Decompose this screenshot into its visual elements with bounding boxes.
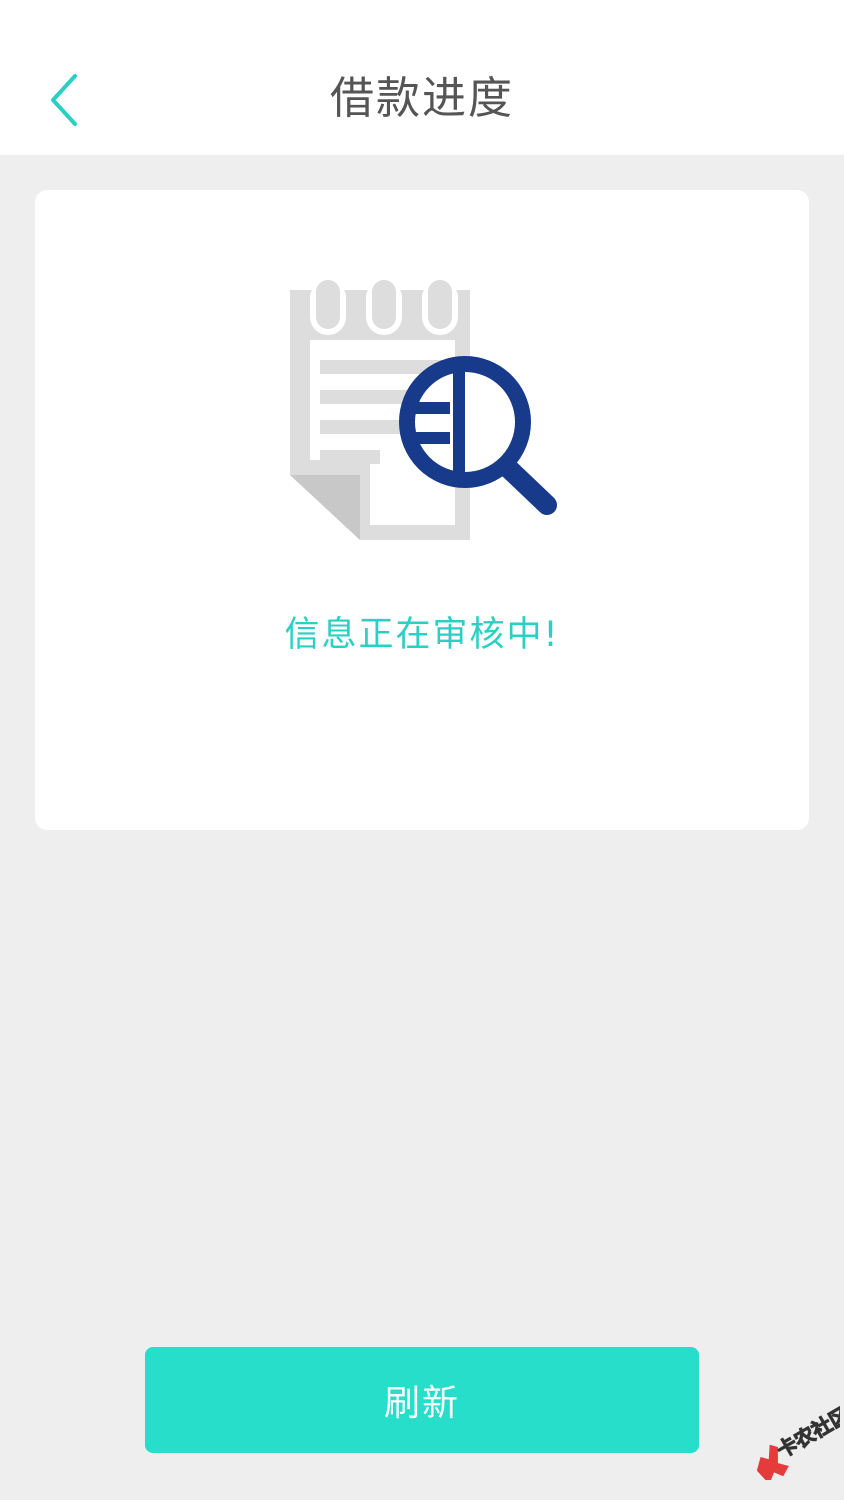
status-card: 信息正在审核中!	[35, 190, 809, 830]
refresh-button[interactable]: 刷新	[145, 1347, 699, 1453]
kanong-logo-icon: 卡农社区	[756, 1401, 844, 1485]
document-search-icon	[290, 280, 557, 540]
watermark-logo: 卡农社区	[740, 1400, 844, 1485]
top-navigation-bar: 借款进度	[0, 0, 844, 155]
svg-text:卡农社区: 卡农社区	[773, 1402, 840, 1463]
page-title: 借款进度	[330, 73, 514, 124]
review-status-text: 信息正在审核中!	[284, 615, 560, 655]
